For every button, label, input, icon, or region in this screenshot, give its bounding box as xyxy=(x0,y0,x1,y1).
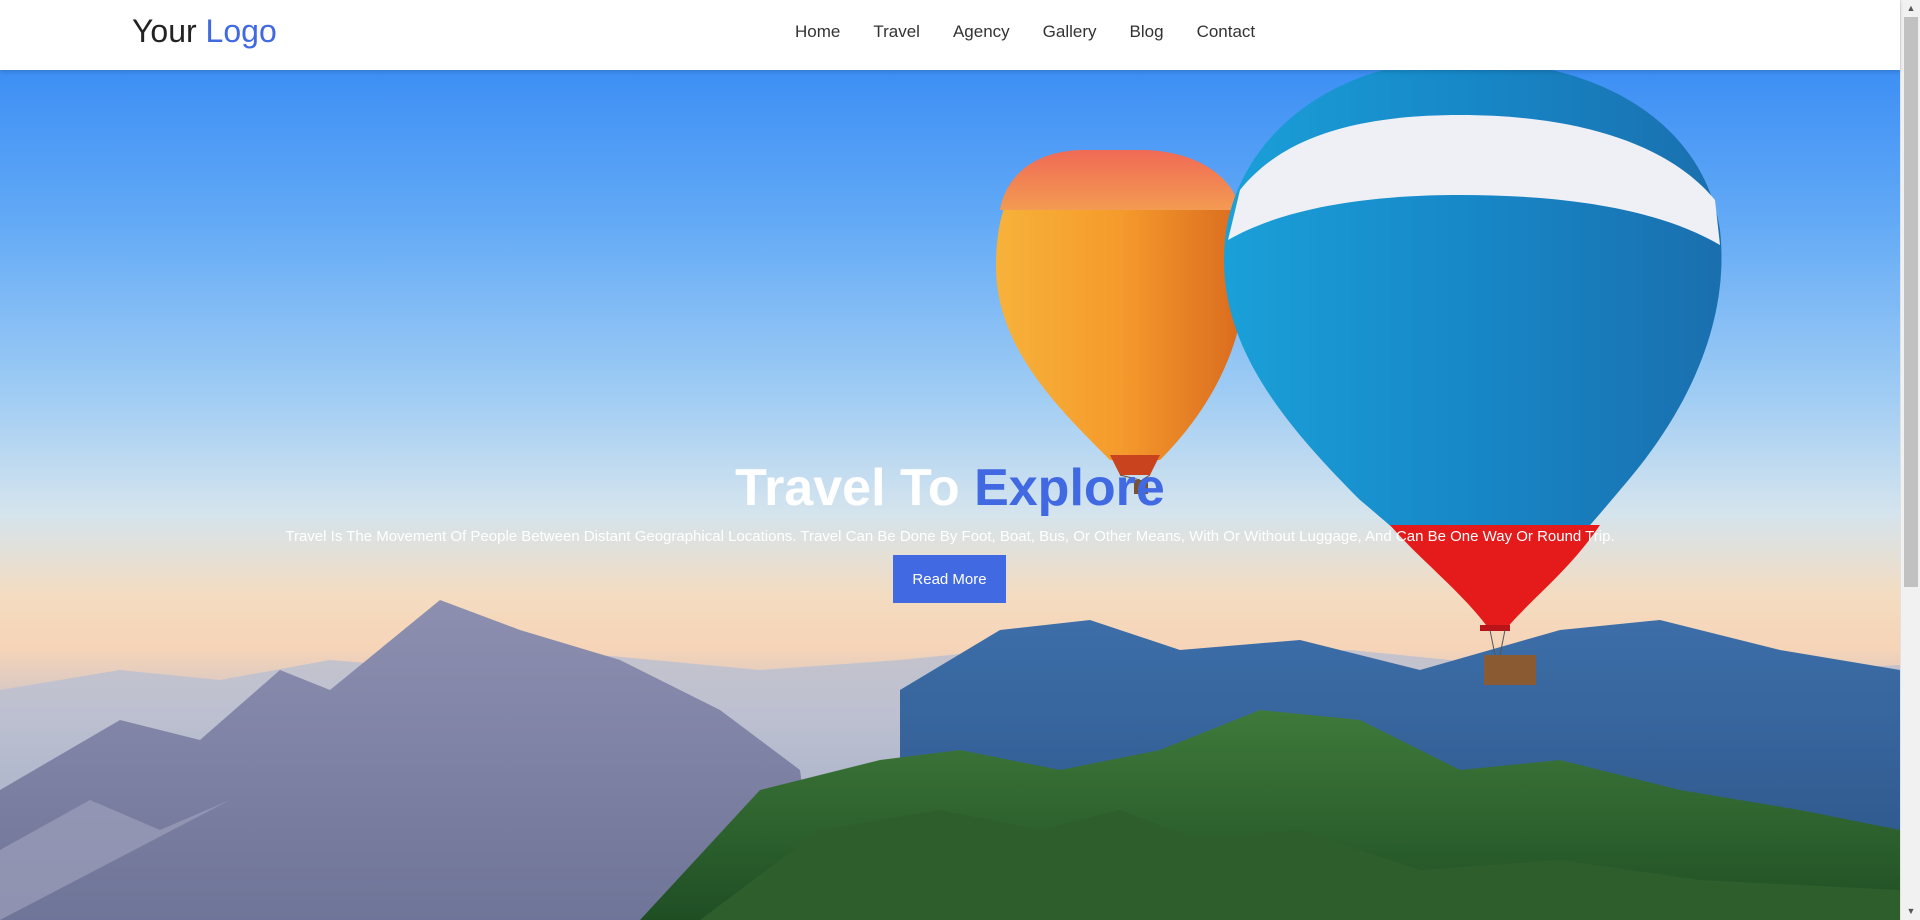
scrollbar-thumb[interactable] xyxy=(1904,17,1918,587)
nav-contact[interactable]: Contact xyxy=(1197,22,1256,42)
hero-title-prefix: Travel To xyxy=(735,459,960,517)
nav-gallery[interactable]: Gallery xyxy=(1043,22,1097,42)
site-logo[interactable]: Your Logo xyxy=(132,13,277,50)
orange-balloon xyxy=(995,150,1246,494)
page-scrollbar[interactable]: ▲ ▼ xyxy=(1900,0,1920,920)
logo-accent: Logo xyxy=(205,13,277,49)
page: Your Logo Home Travel Agency Gallery Blo… xyxy=(0,0,1920,920)
nav-home[interactable]: Home xyxy=(795,22,840,42)
site-header: Your Logo Home Travel Agency Gallery Blo… xyxy=(0,0,1900,70)
nav-travel[interactable]: Travel xyxy=(873,22,920,42)
main-nav: Home Travel Agency Gallery Blog Contact xyxy=(795,22,1288,42)
blue-balloon xyxy=(1224,70,1722,685)
read-more-button[interactable]: Read More xyxy=(893,555,1006,603)
logo-prefix: Your xyxy=(132,13,197,49)
hero-subtitle: Travel Is The Movement Of People Between… xyxy=(285,528,1615,545)
hero-title: Travel To Explore xyxy=(0,458,1900,518)
chevron-down-icon[interactable]: ▼ xyxy=(1901,903,1920,920)
nav-blog[interactable]: Blog xyxy=(1130,22,1164,42)
hero-section: Travel To Explore Travel Is The Movement… xyxy=(0,70,1900,920)
chevron-up-icon[interactable]: ▲ xyxy=(1901,0,1920,17)
hero-title-accent: Explore xyxy=(974,459,1165,517)
nav-agency[interactable]: Agency xyxy=(953,22,1010,42)
